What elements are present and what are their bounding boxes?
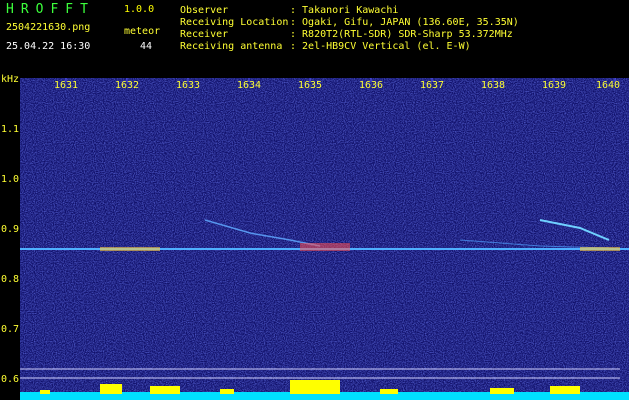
file-datetime: 25.04.22 16:30 — [6, 41, 91, 52]
y-tick-label: 1.1 — [1, 124, 20, 135]
x-tick-label: 1635 — [297, 80, 323, 91]
file-name: 2504221630.png — [6, 22, 91, 33]
info-value-location: : Ogaki, Gifu, JAPAN (136.60E, 35.35N) — [290, 17, 519, 28]
x-tick-label: 1637 — [419, 80, 445, 91]
meteor-count: 44 — [140, 41, 153, 52]
app-version: 1.0.0 — [124, 4, 155, 15]
y-tick-label: 0.6 — [1, 374, 20, 385]
spectrogram-plot — [20, 78, 629, 400]
info-key-antenna: Receiving antenna — [180, 41, 283, 52]
x-tick-label: 1639 — [541, 80, 567, 91]
info-value-antenna: : 2el-HB9CV Vertical (el. E-W) — [290, 41, 471, 52]
x-tick-label: 1631 — [53, 80, 79, 91]
y-tick-label: 0.8 — [1, 274, 20, 285]
x-tick-label: 1640 — [595, 80, 621, 91]
frequency-axis: kHz 1.1 1.0 0.9 0.8 0.7 0.6 — [0, 74, 20, 400]
app-title: HROFFT — [6, 2, 95, 17]
y-tick-label: 1.0 — [1, 174, 20, 185]
info-key-observer: Observer — [180, 5, 229, 16]
meteor-label: meteor — [124, 26, 161, 37]
info-value-observer: : Takanori Kawachi — [290, 5, 399, 16]
echo-burst — [300, 243, 350, 251]
x-tick-label: 1638 — [480, 80, 506, 91]
noise-texture — [20, 78, 629, 400]
echo-burst — [580, 247, 620, 251]
y-axis-unit: kHz — [1, 74, 20, 85]
info-key-location: Receiving Location — [180, 17, 289, 28]
header-panel: HROFFT 1.0.0 2504221630.png meteor 25.04… — [0, 0, 629, 74]
x-tick-label: 1633 — [175, 80, 201, 91]
echo-burst — [100, 247, 160, 251]
info-value-receiver: : R820T2(RTL-SDR) SDR-Sharp 53.372MHz — [290, 29, 513, 40]
x-tick-label: 1636 — [358, 80, 384, 91]
y-tick-label: 0.9 — [1, 224, 20, 235]
x-tick-label: 1634 — [236, 80, 262, 91]
info-key-receiver: Receiver — [180, 29, 229, 40]
y-tick-label: 0.7 — [1, 324, 20, 335]
x-tick-label: 1632 — [114, 80, 140, 91]
